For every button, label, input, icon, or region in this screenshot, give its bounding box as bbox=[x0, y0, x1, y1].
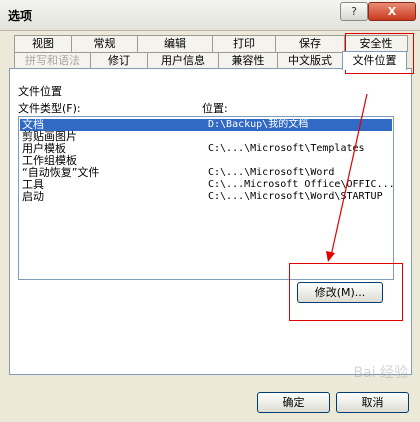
file-type-name: 启动 bbox=[22, 190, 44, 203]
tab-general[interactable]: 常规 bbox=[71, 35, 138, 52]
location-header: 位置: bbox=[202, 102, 228, 115]
file-location-path: D:\Backup\我的文档 bbox=[208, 119, 309, 130]
tab-security[interactable]: 安全性 bbox=[344, 35, 408, 52]
list-item[interactable]: “自动恢复”文件 C:\...\Microsoft\Word bbox=[20, 167, 392, 179]
window-title: 选项 bbox=[8, 9, 33, 23]
modify-button[interactable]: 修改(M)... bbox=[297, 282, 383, 303]
cancel-button[interactable]: 取消 bbox=[336, 392, 409, 413]
tab-chinese-typography[interactable]: 中文版式 bbox=[277, 52, 343, 69]
list-item[interactable]: 工具 C:\...Microsoft Office\OFFIC... bbox=[20, 179, 395, 191]
tab-spelling-grammar[interactable]: 拼写和语法 bbox=[14, 52, 91, 69]
list-item[interactable]: 启动 C:\...\Microsoft\Word\STARTUP bbox=[20, 191, 392, 203]
help-button[interactable]: ? bbox=[340, 2, 368, 21]
tab-save[interactable]: 保存 bbox=[275, 35, 345, 52]
close-button[interactable]: X bbox=[368, 2, 416, 21]
file-location-path: C:\...\Microsoft\Word\STARTUP bbox=[208, 191, 383, 202]
tab-track-changes[interactable]: 修订 bbox=[90, 52, 148, 69]
section-title: 文件位置 bbox=[18, 85, 62, 98]
tab-user-info[interactable]: 用户信息 bbox=[147, 52, 219, 69]
title-bar: 选项 ? X bbox=[0, 0, 420, 31]
tab-view[interactable]: 视图 bbox=[14, 35, 72, 52]
file-location-path: C:\...Microsoft Office\OFFIC... bbox=[208, 179, 395, 190]
list-item[interactable]: 剪贴画图片 bbox=[20, 131, 392, 143]
file-location-path: C:\...\Microsoft\Word bbox=[208, 167, 335, 178]
tab-file-locations[interactable]: 文件位置 bbox=[342, 51, 407, 70]
file-type-header: 文件类型(F): bbox=[18, 102, 81, 115]
watermark: Bai 经验 bbox=[353, 365, 408, 381]
tab-compatibility[interactable]: 兼容性 bbox=[218, 52, 278, 69]
tab-edit[interactable]: 编辑 bbox=[137, 35, 213, 52]
file-location-path: C:\...\Microsoft\Templates bbox=[208, 143, 365, 154]
file-locations-list[interactable]: 文档 D:\Backup\我的文档 剪贴画图片 用户模板 C:\...\Micr… bbox=[18, 116, 395, 280]
ok-button[interactable]: 确定 bbox=[257, 392, 330, 413]
tab-print[interactable]: 打印 bbox=[212, 35, 276, 52]
